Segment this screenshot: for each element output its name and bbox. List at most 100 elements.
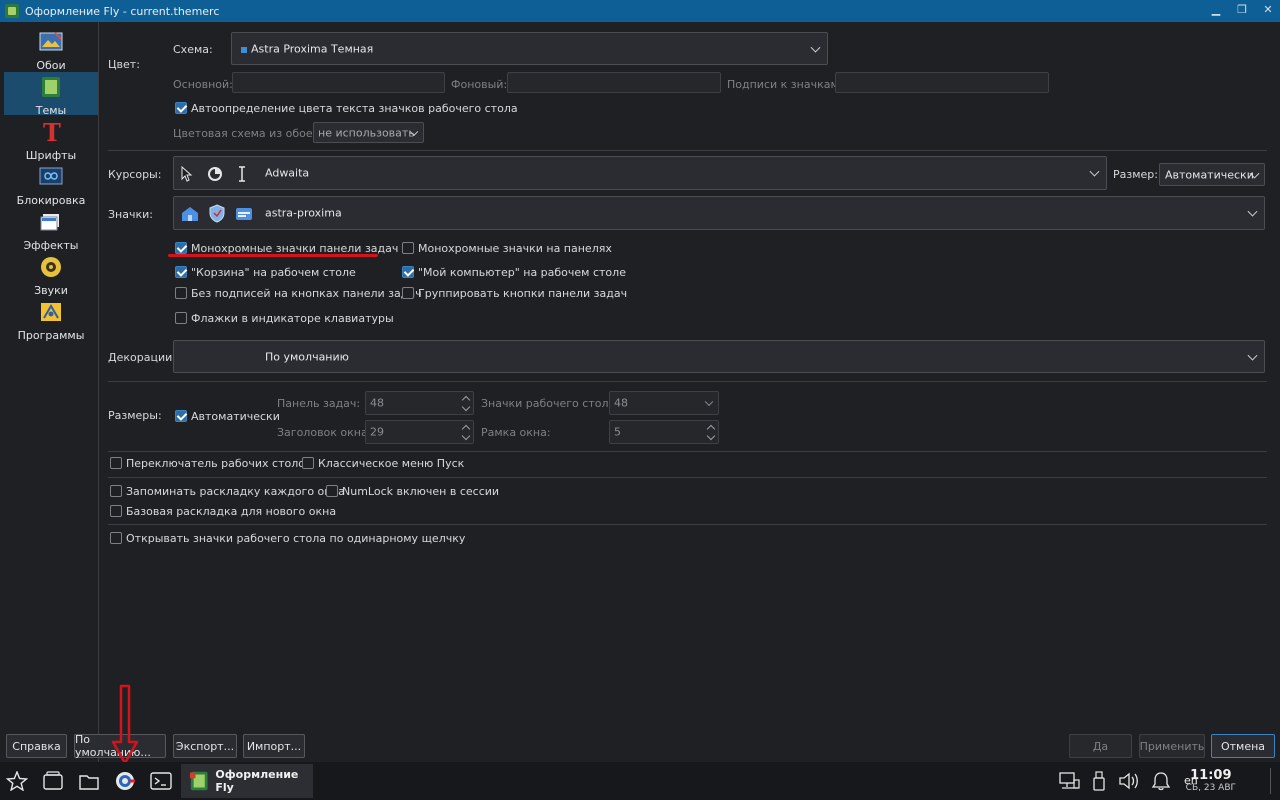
taskbar-task-label: Оформление Fly xyxy=(215,768,299,794)
chevron-down-icon xyxy=(1089,166,1100,177)
clock[interactable]: 11:09 СБ, 23 АВГ xyxy=(1186,768,1236,793)
notifications-bell-icon[interactable] xyxy=(1150,771,1172,791)
cursor-size-label: Размер: xyxy=(1113,168,1158,181)
taskbar-size-spinbox[interactable]: 48 xyxy=(365,391,474,415)
apply-button[interactable]: Применить xyxy=(1139,734,1205,758)
annotation-underline xyxy=(168,254,378,257)
import-button[interactable]: Импорт... xyxy=(243,734,305,758)
from-wallpaper-combo[interactable]: не использовать xyxy=(313,122,424,143)
titlebar-size-value: 29 xyxy=(370,425,384,439)
kbd-flags-checkbox[interactable] xyxy=(175,312,187,324)
spin-arrows-icon[interactable] xyxy=(462,423,470,443)
mycomputer-desktop-label: "Мой компьютер" на рабочем столе xyxy=(418,266,626,279)
clock-time: 11:09 xyxy=(1190,768,1232,783)
no-captions-checkbox[interactable] xyxy=(175,287,187,299)
decorations-combo[interactable]: По умолчанию xyxy=(173,340,1265,373)
chevron-down-icon xyxy=(1247,350,1258,361)
single-click-label: Открывать значки рабочего стола по одина… xyxy=(126,532,466,545)
scheme-combo[interactable]: Astra Proxima Темная xyxy=(231,32,828,65)
cursors-combo[interactable]: Adwaita xyxy=(173,156,1107,190)
sidebar-item-sounds[interactable]: Звуки xyxy=(4,252,98,297)
sidebar-item-lock[interactable]: Блокировка xyxy=(4,162,98,207)
from-wallpaper-value: не использовать xyxy=(318,126,415,139)
show-desktop-button[interactable] xyxy=(1270,768,1276,794)
desktop-icons-size-label: Значки рабочего стола: xyxy=(481,397,619,410)
icon-caption-color-label: Подписи к значкам: xyxy=(727,78,843,91)
yes-button[interactable]: Да xyxy=(1069,734,1132,758)
sidebar-item-effects[interactable]: Эффекты xyxy=(4,207,98,252)
cursor-busy-icon xyxy=(208,167,222,181)
mycomputer-desktop-checkbox[interactable] xyxy=(402,266,414,278)
themes-icon xyxy=(189,771,208,791)
mono-panels-checkbox[interactable] xyxy=(402,242,414,254)
cancel-button[interactable]: Отмена xyxy=(1211,734,1275,758)
single-click-checkbox[interactable] xyxy=(110,532,122,544)
minimize-icon[interactable]: ▁ xyxy=(1210,3,1222,17)
sizes-auto-checkbox[interactable] xyxy=(175,410,187,422)
sidebar-item-programs[interactable]: Программы xyxy=(4,297,98,342)
export-button[interactable]: Экспорт... xyxy=(173,734,237,758)
separator xyxy=(108,150,1267,151)
chevron-down-icon xyxy=(1247,206,1258,217)
settings-panel: Цвет: Схема: Astra Proxima Темная Основн… xyxy=(100,22,1280,762)
base-color-field[interactable] xyxy=(232,72,445,93)
titlebar-size-label: Заголовок окна: xyxy=(277,426,372,439)
icon-caption-color-field[interactable] xyxy=(835,72,1049,93)
frame-size-spinbox[interactable]: 5 xyxy=(609,420,719,444)
no-captions-label: Без подписей на кнопках панели задач xyxy=(191,287,422,300)
remember-layout-checkbox[interactable] xyxy=(110,485,122,497)
window-title: Оформление Fly - current.themerc xyxy=(25,4,220,18)
decorations-label: Декорации: xyxy=(108,351,176,364)
from-wallpaper-label: Цветовая схема из обоев: xyxy=(173,127,323,140)
browser-icon[interactable] xyxy=(114,771,136,791)
cursor-size-combo[interactable]: Автоматически xyxy=(1159,163,1265,186)
numlock-checkbox[interactable] xyxy=(326,485,338,497)
trash-desktop-checkbox[interactable] xyxy=(175,266,187,278)
group-buttons-checkbox[interactable] xyxy=(402,287,414,299)
separator xyxy=(108,381,1267,382)
desktop-icons-size-combo[interactable]: 48 xyxy=(609,391,719,415)
cursor-text-icon xyxy=(239,166,245,182)
wallpaper-icon xyxy=(39,32,63,51)
close-icon[interactable]: ✕ xyxy=(1262,3,1274,17)
sidebar-item-themes[interactable]: Темы xyxy=(4,72,98,117)
icons-label: Значки: xyxy=(108,208,153,221)
maximize-icon[interactable]: ❐ xyxy=(1236,3,1248,17)
desk-switcher-checkbox[interactable] xyxy=(110,457,122,469)
taskbar-task-theme[interactable]: Оформление Fly xyxy=(181,764,313,798)
programs-icon xyxy=(41,303,61,321)
spin-arrows-icon[interactable] xyxy=(462,394,470,414)
windows-switcher-icon[interactable] xyxy=(42,771,64,791)
autodetect-checkbox[interactable] xyxy=(175,102,187,114)
bg-color-field[interactable] xyxy=(507,72,721,93)
help-button[interactable]: Справка xyxy=(6,734,67,758)
star-menu-icon[interactable] xyxy=(6,771,28,791)
titlebar-size-spinbox[interactable]: 29 xyxy=(365,420,474,444)
frame-size-value: 5 xyxy=(614,425,621,439)
usb-device-icon[interactable] xyxy=(1088,771,1110,791)
mono-taskbar-checkbox[interactable] xyxy=(175,242,187,254)
group-buttons-label: Группировать кнопки панели задач xyxy=(418,287,628,300)
spin-arrows-icon[interactable] xyxy=(707,423,715,443)
terminal-icon[interactable] xyxy=(150,771,172,791)
trash-desktop-label: "Корзина" на рабочем столе xyxy=(191,266,356,279)
sidebar-item-fonts[interactable]: T Шрифты xyxy=(4,117,98,162)
fonts-icon: T xyxy=(43,118,61,147)
network-icon[interactable] xyxy=(1058,771,1080,791)
classic-menu-label: Классическое меню Пуск xyxy=(318,457,465,470)
shield-icon xyxy=(209,204,225,223)
mono-panels-label: Монохромные значки на панелях xyxy=(418,242,612,255)
sidebar-item-wallpaper[interactable]: Обои xyxy=(4,27,98,72)
frame-size-label: Рамка окна: xyxy=(481,426,551,439)
base-layout-checkbox[interactable] xyxy=(110,505,122,517)
icons-theme-combo[interactable]: astra-proxima xyxy=(173,196,1265,230)
file-manager-icon[interactable] xyxy=(78,771,100,791)
classic-menu-checkbox[interactable] xyxy=(302,457,314,469)
sizes-auto-label: Автоматически xyxy=(191,410,280,423)
themes-icon xyxy=(42,77,60,97)
svg-text:T: T xyxy=(43,121,61,143)
volume-icon[interactable] xyxy=(1118,771,1140,791)
icons-theme-value: astra-proxima xyxy=(265,206,342,220)
decorations-value: По умолчанию xyxy=(265,350,349,363)
window-titlebar: Оформление Fly - current.themerc ▁ ❐ ✕ xyxy=(0,0,1280,22)
